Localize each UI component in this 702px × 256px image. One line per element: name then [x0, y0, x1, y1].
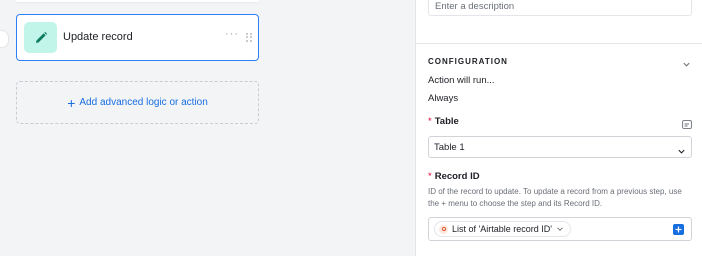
action-runs-value: Always — [428, 93, 459, 104]
drag-handle-icon[interactable] — [246, 33, 252, 42]
add-advanced-logic-button[interactable]: + Add advanced logic or action — [16, 81, 259, 124]
record-id-help-text: ID of the record to update. To update a … — [428, 187, 682, 208]
formula-token-icon — [439, 224, 448, 234]
automation-canvas: Update record ··· + Add advanced logic o… — [0, 0, 415, 256]
record-id-input[interactable]: List of 'Airtable record ID' — [428, 217, 692, 241]
plus-icon: + — [67, 94, 76, 111]
description-input[interactable]: Enter a description — [428, 0, 692, 16]
table-select-value: Table 1 — [434, 142, 465, 153]
required-mark: * — [428, 116, 432, 127]
record-id-field-label: * Record ID — [428, 171, 480, 182]
table-label: Table — [434, 116, 459, 127]
table-field-label: * Table — [428, 116, 459, 127]
section-divider — [416, 43, 702, 44]
chevron-down-icon — [556, 220, 564, 238]
record-id-token-label: List of 'Airtable record ID' — [452, 224, 552, 234]
table-icon[interactable] — [682, 116, 692, 134]
pencil-icon — [24, 22, 57, 53]
more-icon[interactable]: ··· — [225, 28, 239, 40]
record-id-token[interactable]: List of 'Airtable record ID' — [434, 221, 571, 237]
step-title: Update record — [63, 31, 133, 43]
add-advanced-logic-label: Add advanced logic or action — [79, 97, 208, 108]
configuration-section-title: CONFIGURATION — [428, 57, 508, 66]
configuration-panel: Enter a description CONFIGURATION Action… — [415, 0, 702, 256]
action-runs-label: Action will run... — [428, 75, 495, 86]
update-record-step-card[interactable]: Update record ··· — [16, 14, 259, 61]
canvas-collapse-handle[interactable] — [0, 30, 9, 48]
previous-step-card-edge — [16, 0, 259, 2]
record-id-label: Record ID — [434, 171, 480, 182]
insert-value-plus-button[interactable] — [673, 224, 684, 235]
chevron-down-icon[interactable] — [682, 56, 691, 74]
required-mark: * — [428, 171, 432, 182]
table-select[interactable]: Table 1 — [428, 136, 692, 158]
chevron-down-icon — [677, 143, 686, 161]
